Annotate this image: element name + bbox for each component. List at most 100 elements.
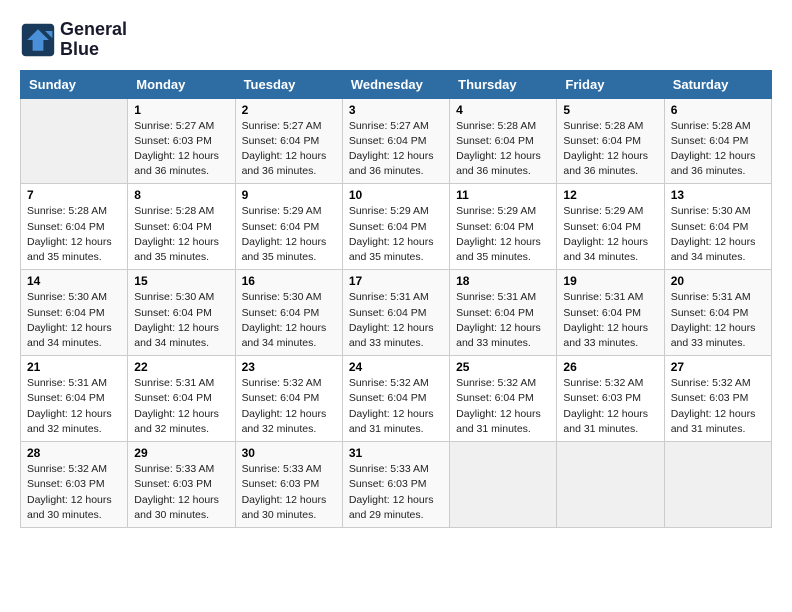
weekday-header: Saturday: [664, 70, 771, 98]
day-number: 31: [349, 446, 443, 460]
day-number: 19: [563, 274, 657, 288]
day-number: 18: [456, 274, 550, 288]
calendar-cell: [664, 442, 771, 528]
day-number: 1: [134, 103, 228, 117]
day-info: Sunrise: 5:32 AM Sunset: 6:03 PM Dayligh…: [27, 462, 121, 523]
day-number: 21: [27, 360, 121, 374]
day-info: Sunrise: 5:30 AM Sunset: 6:04 PM Dayligh…: [134, 290, 228, 351]
day-info: Sunrise: 5:33 AM Sunset: 6:03 PM Dayligh…: [349, 462, 443, 523]
calendar-cell: 3 Sunrise: 5:27 AM Sunset: 6:04 PM Daylig…: [342, 98, 449, 184]
calendar-cell: 6 Sunrise: 5:28 AM Sunset: 6:04 PM Daylig…: [664, 98, 771, 184]
calendar-cell: 7 Sunrise: 5:28 AM Sunset: 6:04 PM Daylig…: [21, 184, 128, 270]
calendar-week-row: 1 Sunrise: 5:27 AM Sunset: 6:03 PM Daylig…: [21, 98, 772, 184]
calendar-cell: 18 Sunrise: 5:31 AM Sunset: 6:04 PM Dayli…: [450, 270, 557, 356]
day-number: 9: [242, 188, 336, 202]
day-info: Sunrise: 5:29 AM Sunset: 6:04 PM Dayligh…: [563, 204, 657, 265]
day-info: Sunrise: 5:32 AM Sunset: 6:03 PM Dayligh…: [563, 376, 657, 437]
day-info: Sunrise: 5:32 AM Sunset: 6:04 PM Dayligh…: [242, 376, 336, 437]
calendar-cell: [21, 98, 128, 184]
day-number: 20: [671, 274, 765, 288]
logo-text: General Blue: [60, 20, 127, 60]
day-number: 2: [242, 103, 336, 117]
day-number: 22: [134, 360, 228, 374]
day-number: 10: [349, 188, 443, 202]
logo: General Blue: [20, 20, 127, 60]
day-info: Sunrise: 5:32 AM Sunset: 6:04 PM Dayligh…: [349, 376, 443, 437]
day-info: Sunrise: 5:29 AM Sunset: 6:04 PM Dayligh…: [349, 204, 443, 265]
calendar-cell: 4 Sunrise: 5:28 AM Sunset: 6:04 PM Daylig…: [450, 98, 557, 184]
calendar-cell: 2 Sunrise: 5:27 AM Sunset: 6:04 PM Daylig…: [235, 98, 342, 184]
calendar-cell: 19 Sunrise: 5:31 AM Sunset: 6:04 PM Dayli…: [557, 270, 664, 356]
day-info: Sunrise: 5:31 AM Sunset: 6:04 PM Dayligh…: [134, 376, 228, 437]
day-info: Sunrise: 5:28 AM Sunset: 6:04 PM Dayligh…: [671, 119, 765, 180]
day-info: Sunrise: 5:30 AM Sunset: 6:04 PM Dayligh…: [242, 290, 336, 351]
day-number: 5: [563, 103, 657, 117]
calendar-week-row: 14 Sunrise: 5:30 AM Sunset: 6:04 PM Dayli…: [21, 270, 772, 356]
calendar-cell: 23 Sunrise: 5:32 AM Sunset: 6:04 PM Dayli…: [235, 356, 342, 442]
day-info: Sunrise: 5:28 AM Sunset: 6:04 PM Dayligh…: [134, 204, 228, 265]
calendar-cell: [557, 442, 664, 528]
calendar-cell: 9 Sunrise: 5:29 AM Sunset: 6:04 PM Daylig…: [235, 184, 342, 270]
day-info: Sunrise: 5:27 AM Sunset: 6:04 PM Dayligh…: [242, 119, 336, 180]
day-number: 28: [27, 446, 121, 460]
calendar-cell: 20 Sunrise: 5:31 AM Sunset: 6:04 PM Dayli…: [664, 270, 771, 356]
weekday-header: Wednesday: [342, 70, 449, 98]
day-info: Sunrise: 5:28 AM Sunset: 6:04 PM Dayligh…: [456, 119, 550, 180]
day-info: Sunrise: 5:32 AM Sunset: 6:04 PM Dayligh…: [456, 376, 550, 437]
calendar-cell: 30 Sunrise: 5:33 AM Sunset: 6:03 PM Dayli…: [235, 442, 342, 528]
calendar-cell: 8 Sunrise: 5:28 AM Sunset: 6:04 PM Daylig…: [128, 184, 235, 270]
day-info: Sunrise: 5:29 AM Sunset: 6:04 PM Dayligh…: [456, 204, 550, 265]
day-number: 15: [134, 274, 228, 288]
day-number: 7: [27, 188, 121, 202]
calendar-cell: 22 Sunrise: 5:31 AM Sunset: 6:04 PM Dayli…: [128, 356, 235, 442]
day-number: 11: [456, 188, 550, 202]
day-number: 23: [242, 360, 336, 374]
day-number: 4: [456, 103, 550, 117]
day-number: 6: [671, 103, 765, 117]
day-info: Sunrise: 5:27 AM Sunset: 6:04 PM Dayligh…: [349, 119, 443, 180]
day-info: Sunrise: 5:31 AM Sunset: 6:04 PM Dayligh…: [671, 290, 765, 351]
calendar-cell: 13Sunrise: 5:30 AM Sunset: 6:04 PM Dayli…: [664, 184, 771, 270]
calendar-cell: 11 Sunrise: 5:29 AM Sunset: 6:04 PM Dayli…: [450, 184, 557, 270]
day-info: Sunrise: 5:28 AM Sunset: 6:04 PM Dayligh…: [27, 204, 121, 265]
calendar-cell: 27Sunrise: 5:32 AM Sunset: 6:03 PM Dayli…: [664, 356, 771, 442]
day-number: 29: [134, 446, 228, 460]
calendar-cell: 24Sunrise: 5:32 AM Sunset: 6:04 PM Dayli…: [342, 356, 449, 442]
day-info: Sunrise: 5:30 AM Sunset: 6:04 PM Dayligh…: [27, 290, 121, 351]
day-number: 14: [27, 274, 121, 288]
weekday-header: Sunday: [21, 70, 128, 98]
day-number: 8: [134, 188, 228, 202]
day-info: Sunrise: 5:33 AM Sunset: 6:03 PM Dayligh…: [134, 462, 228, 523]
calendar-cell: 25Sunrise: 5:32 AM Sunset: 6:04 PM Dayli…: [450, 356, 557, 442]
calendar-week-row: 21 Sunrise: 5:31 AM Sunset: 6:04 PM Dayli…: [21, 356, 772, 442]
day-info: Sunrise: 5:28 AM Sunset: 6:04 PM Dayligh…: [563, 119, 657, 180]
calendar-week-row: 28 Sunrise: 5:32 AM Sunset: 6:03 PM Dayli…: [21, 442, 772, 528]
day-info: Sunrise: 5:31 AM Sunset: 6:04 PM Dayligh…: [349, 290, 443, 351]
day-info: Sunrise: 5:33 AM Sunset: 6:03 PM Dayligh…: [242, 462, 336, 523]
calendar-cell: 29 Sunrise: 5:33 AM Sunset: 6:03 PM Dayli…: [128, 442, 235, 528]
day-info: Sunrise: 5:27 AM Sunset: 6:03 PM Dayligh…: [134, 119, 228, 180]
calendar-table: SundayMondayTuesdayWednesdayThursdayFrid…: [20, 70, 772, 528]
day-number: 16: [242, 274, 336, 288]
calendar-cell: 28 Sunrise: 5:32 AM Sunset: 6:03 PM Dayli…: [21, 442, 128, 528]
calendar-cell: 17 Sunrise: 5:31 AM Sunset: 6:04 PM Dayli…: [342, 270, 449, 356]
header-row: SundayMondayTuesdayWednesdayThursdayFrid…: [21, 70, 772, 98]
calendar-cell: 21 Sunrise: 5:31 AM Sunset: 6:04 PM Dayli…: [21, 356, 128, 442]
day-info: Sunrise: 5:29 AM Sunset: 6:04 PM Dayligh…: [242, 204, 336, 265]
day-info: Sunrise: 5:31 AM Sunset: 6:04 PM Dayligh…: [27, 376, 121, 437]
day-number: 30: [242, 446, 336, 460]
weekday-header: Thursday: [450, 70, 557, 98]
day-number: 17: [349, 274, 443, 288]
weekday-header: Friday: [557, 70, 664, 98]
calendar-cell: 15 Sunrise: 5:30 AM Sunset: 6:04 PM Dayli…: [128, 270, 235, 356]
calendar-cell: [450, 442, 557, 528]
day-info: Sunrise: 5:31 AM Sunset: 6:04 PM Dayligh…: [563, 290, 657, 351]
day-number: 3: [349, 103, 443, 117]
weekday-header: Tuesday: [235, 70, 342, 98]
calendar-body: 1 Sunrise: 5:27 AM Sunset: 6:03 PM Daylig…: [21, 98, 772, 527]
day-info: Sunrise: 5:31 AM Sunset: 6:04 PM Dayligh…: [456, 290, 550, 351]
calendar-cell: 31 Sunrise: 5:33 AM Sunset: 6:03 PM Dayli…: [342, 442, 449, 528]
day-info: Sunrise: 5:30 AM Sunset: 6:04 PM Dayligh…: [671, 204, 765, 265]
calendar-cell: 10 Sunrise: 5:29 AM Sunset: 6:04 PM Dayli…: [342, 184, 449, 270]
day-number: 26: [563, 360, 657, 374]
